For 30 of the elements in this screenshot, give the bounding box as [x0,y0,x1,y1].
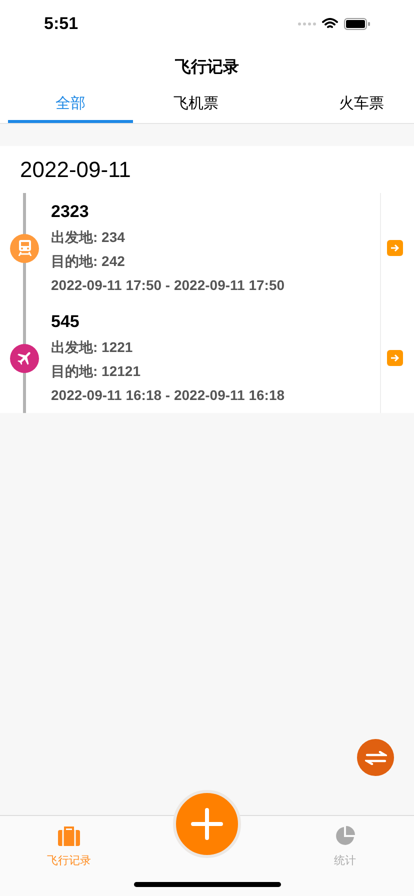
tab[interactable]: 火车票 [258,89,406,123]
arrow-button[interactable] [387,350,403,366]
wifi-icon [322,18,338,30]
arrow-right-icon [390,244,400,252]
tab[interactable]: 全部 [8,89,134,123]
record-number: 2323 [51,202,90,222]
arrow-button[interactable] [387,240,403,256]
pie-chart-icon [335,826,355,846]
departure-text: 出发地: 234 [51,228,126,246]
plus-icon [191,808,223,840]
suitcase-icon [58,826,80,846]
time-range-text: 2022-09-11 16:18 - 2022-09-11 16:18 [51,386,286,404]
train-icon [18,240,32,256]
bottom-tab[interactable]: 飞行记录 [0,816,138,896]
tab[interactable]: 飞机票 [133,89,259,123]
status-time: 5:51 [44,12,78,35]
signal-icon [298,22,316,26]
destination-text: 目的地: 12121 [51,362,142,380]
arrow-right-icon [390,354,400,362]
battery-icon [344,18,370,30]
time-range-text: 2022-09-11 17:50 - 2022-09-11 17:50 [51,276,286,294]
airplane-icon [16,349,34,367]
record-number: 545 [51,312,80,332]
swap-arrows-icon [364,750,386,764]
bottom-tab[interactable]: 统计 [276,816,414,896]
date-heading: 2022-09-11 [20,156,131,184]
departure-text: 出发地: 1221 [51,338,134,356]
swap-button[interactable] [357,739,394,776]
page-title: 飞行记录 [175,58,239,78]
destination-text: 目的地: 242 [51,252,126,270]
